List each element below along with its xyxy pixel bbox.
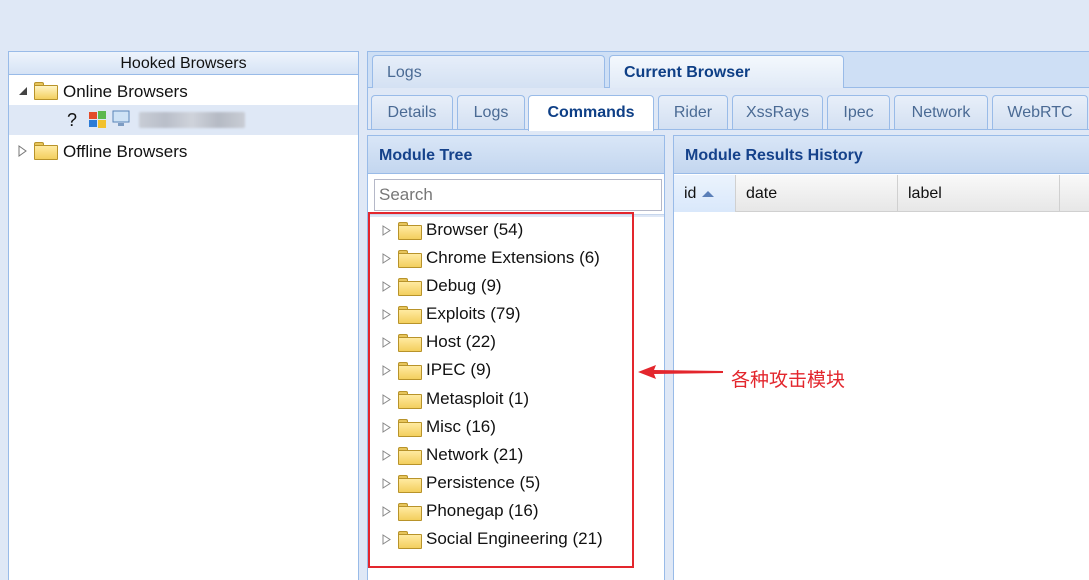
main-tab-bar: Logs Current Browser — [367, 51, 1089, 91]
blurred-ip-address — [139, 112, 245, 128]
unknown-browser-icon: ? — [67, 110, 78, 130]
sort-ascending-icon — [702, 190, 715, 197]
results-column-header-row: id date label — [674, 175, 1089, 212]
browser-sub-tab-bar: Details Logs Commands Rider XssRays Ipec… — [367, 88, 1089, 131]
tab-xssrays[interactable]: XssRays — [732, 95, 823, 129]
collapsed-arrow-icon[interactable] — [18, 145, 28, 157]
offline-browsers-node[interactable]: Offline Browsers — [9, 136, 358, 166]
windows-os-icon — [89, 111, 106, 128]
tab-logs[interactable]: Logs — [372, 55, 605, 88]
column-id-header[interactable]: id — [674, 175, 736, 212]
tab-details[interactable]: Details — [371, 95, 453, 129]
hooked-browsers-header: Hooked Browsers — [9, 52, 358, 75]
hooked-browsers-panel: Hooked Browsers Online Browsers ? Offlin… — [8, 51, 359, 580]
annotation-arrow-icon — [638, 365, 723, 379]
column-id-label: id — [684, 185, 697, 202]
column-label-header[interactable]: label — [898, 175, 1060, 212]
expanded-arrow-icon[interactable] — [18, 86, 28, 96]
tab-rider[interactable]: Rider — [658, 95, 728, 129]
folder-icon — [34, 140, 58, 160]
online-browsers-label: Online Browsers — [63, 82, 188, 101]
tab-logs-sub[interactable]: Logs — [457, 95, 525, 129]
online-browsers-node[interactable]: Online Browsers — [9, 76, 358, 106]
tab-current-browser[interactable]: Current Browser — [609, 55, 844, 91]
tab-commands[interactable]: Commands — [528, 95, 654, 131]
column-date-header[interactable]: date — [736, 175, 898, 212]
open-folder-icon — [34, 80, 58, 100]
tab-ipec[interactable]: Ipec — [827, 95, 890, 129]
annotation-text: 各种攻击模块 — [731, 369, 846, 391]
module-results-panel: Module Results History id date label — [673, 135, 1089, 580]
hooked-browser-entry[interactable]: ? — [9, 105, 358, 135]
annotation-highlight-box — [368, 212, 634, 568]
module-results-header: Module Results History — [674, 136, 1089, 174]
computer-icon — [112, 110, 130, 126]
offline-browsers-label: Offline Browsers — [63, 142, 188, 161]
module-tree-header: Module Tree — [368, 136, 664, 174]
module-search-input[interactable] — [374, 179, 662, 211]
tab-network[interactable]: Network — [894, 95, 988, 129]
tab-webrtc[interactable]: WebRTC — [992, 95, 1088, 129]
